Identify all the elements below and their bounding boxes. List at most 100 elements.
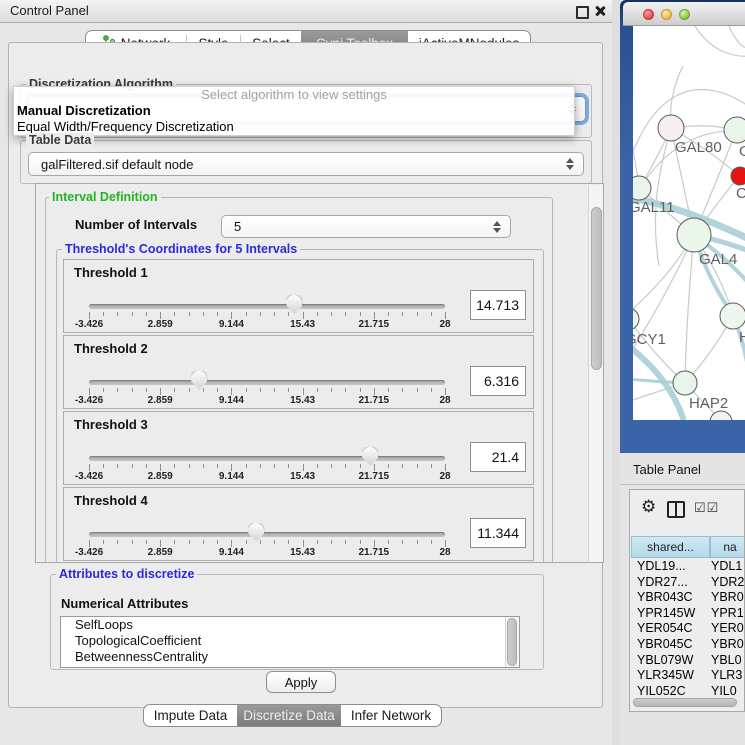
threshold-value-field[interactable]: 21.4 — [470, 442, 526, 472]
threshold-value-field[interactable]: 14.713 — [470, 290, 526, 320]
network-edge[interactable] — [729, 26, 745, 48]
numerical-attributes-heading: Numerical Attributes — [58, 596, 191, 611]
close-traffic-light-icon[interactable] — [643, 9, 654, 20]
threshold-slider-thumb[interactable] — [248, 523, 264, 542]
slider-tick — [303, 388, 304, 395]
num-intervals-combobox[interactable]: 5 — [221, 215, 511, 238]
network-edge[interactable] — [655, 128, 671, 266]
popup-option[interactable]: Equal Width/Frequency Discretization — [14, 119, 574, 135]
attributes-list[interactable]: SelfLoopsTopologicalCoefficientBetweenne… — [60, 616, 520, 668]
threshold-slider-track[interactable] — [89, 456, 445, 461]
table-horizontal-scrollbar[interactable] — [632, 697, 742, 708]
slider-tick — [189, 312, 190, 316]
slider-tick — [217, 312, 218, 316]
network-node[interactable] — [633, 176, 651, 200]
network-node[interactable] — [673, 371, 697, 395]
minimize-traffic-light-icon[interactable] — [661, 9, 672, 20]
table-panel-content: ⚙ ☑☑ shared...na YDL19...YDL1YDR27...YDR… — [629, 489, 745, 712]
bottom-tab-impute-data[interactable]: Impute Data — [144, 705, 237, 726]
network-node[interactable] — [731, 167, 745, 185]
table-row[interactable]: YBR043CYBR0 — [631, 590, 745, 606]
slider-tick — [317, 464, 318, 468]
slider-tick — [417, 388, 418, 392]
table-row[interactable]: YDL19...YDL1 — [631, 559, 745, 575]
network-edge[interactable] — [685, 235, 694, 383]
slider-tick — [303, 540, 304, 547]
slider-tick — [402, 388, 403, 392]
table-row[interactable]: YPR145WYPR1 — [631, 606, 745, 622]
network-node[interactable] — [724, 117, 745, 143]
slider-tick — [402, 464, 403, 468]
network-window-titlebar[interactable] — [623, 2, 745, 26]
zoom-traffic-light-icon[interactable] — [679, 9, 690, 20]
slider-tick — [203, 312, 204, 316]
attribute-list-item[interactable]: SelfLoops — [61, 617, 519, 633]
popup-option[interactable]: Manual Discretization — [14, 103, 574, 119]
slider-tick — [89, 540, 90, 547]
attributes-scrollbar-thumb[interactable] — [507, 618, 517, 666]
table-data-group-title: Table Data — [26, 133, 94, 147]
threshold-slider-track[interactable] — [89, 532, 445, 537]
table-cell: YIL052C — [631, 684, 711, 697]
table-data-combobox[interactable]: galFiltered.sif default node — [28, 152, 584, 176]
slider-tick — [117, 464, 118, 468]
attribute-list-item[interactable]: TopologicalCoefficient — [61, 633, 519, 649]
threshold-slider-thumb[interactable] — [362, 447, 378, 466]
slider-tick — [132, 388, 133, 392]
table-data-combobox-value: galFiltered.sif default node — [41, 157, 193, 172]
panel-divider[interactable] — [612, 0, 620, 745]
table-column-header[interactable]: na — [710, 536, 745, 558]
table-row[interactable]: YIL052CYIL0 — [631, 684, 745, 697]
table-row[interactable]: YER054CYER0 — [631, 621, 745, 637]
attributes-group-title: Attributes to discretize — [56, 567, 197, 581]
slider-tick — [231, 540, 232, 547]
table-row[interactable]: YDR27...YDR2 — [631, 575, 745, 591]
num-intervals-label: Number of Intervals — [72, 217, 200, 232]
checkbox-columns-icon[interactable]: ☑☑ — [694, 500, 719, 516]
float-window-icon[interactable] — [576, 6, 589, 19]
apply-button[interactable]: Apply — [266, 671, 336, 693]
interval-scrollbar[interactable] — [588, 185, 604, 563]
network-node[interactable] — [677, 218, 711, 252]
close-window-icon[interactable] — [593, 4, 607, 18]
threshold-slider-track[interactable] — [89, 304, 445, 309]
threshold-value-field[interactable]: 11.344 — [470, 518, 526, 548]
network-node[interactable] — [720, 303, 745, 329]
slider-tick — [288, 312, 289, 316]
bottom-tab-label: Infer Network — [351, 708, 431, 723]
gear-icon[interactable]: ⚙ — [641, 498, 656, 515]
slider-tick — [103, 540, 104, 544]
attributes-scrollbar[interactable] — [505, 617, 519, 667]
threshold-label: Threshold 4 — [74, 493, 148, 508]
slider-tick — [402, 312, 403, 316]
table-row[interactable]: YBR045CYBR0 — [631, 637, 745, 653]
control-panel-title: Control Panel — [10, 3, 89, 18]
slider-tick-label: 2.859 — [148, 547, 173, 558]
bottom-tab-discretize-data[interactable]: Discretize Data — [237, 705, 341, 726]
slider-tick — [431, 312, 432, 316]
threshold-slider-track[interactable] — [89, 380, 445, 385]
slider-tick — [431, 540, 432, 544]
table-row[interactable]: YBL079WYBL0 — [631, 653, 745, 669]
table-column-header[interactable]: shared... — [631, 536, 710, 558]
threshold-slider-thumb[interactable] — [191, 371, 207, 390]
network-edge[interactable] — [633, 235, 694, 368]
popup-placeholder-item[interactable]: Select algorithm to view settings — [14, 87, 574, 103]
slider-tick — [388, 540, 389, 544]
slider-tick — [217, 464, 218, 468]
network-graph: GAL80GACGAL11GAL4GCY1HHAP2 — [633, 26, 745, 420]
split-columns-icon[interactable] — [667, 501, 685, 518]
interval-scrollbar-thumb[interactable] — [591, 207, 602, 370]
network-node[interactable] — [658, 115, 684, 141]
table-row[interactable]: YLR345WYLR3 — [631, 668, 745, 684]
slider-tick — [388, 388, 389, 392]
threshold-value-field[interactable]: 6.316 — [470, 366, 526, 396]
network-node[interactable] — [633, 308, 639, 330]
attribute-list-item[interactable]: BetweennessCentrality — [61, 649, 519, 665]
table-horizontal-scrollbar-thumb[interactable] — [633, 698, 737, 707]
network-view-canvas[interactable]: GAL80GACGAL11GAL4GCY1HHAP2 — [633, 26, 745, 420]
slider-tick — [132, 312, 133, 316]
slider-tick — [132, 464, 133, 468]
slider-tick — [360, 388, 361, 392]
bottom-tab-infer-network[interactable]: Infer Network — [341, 705, 441, 726]
